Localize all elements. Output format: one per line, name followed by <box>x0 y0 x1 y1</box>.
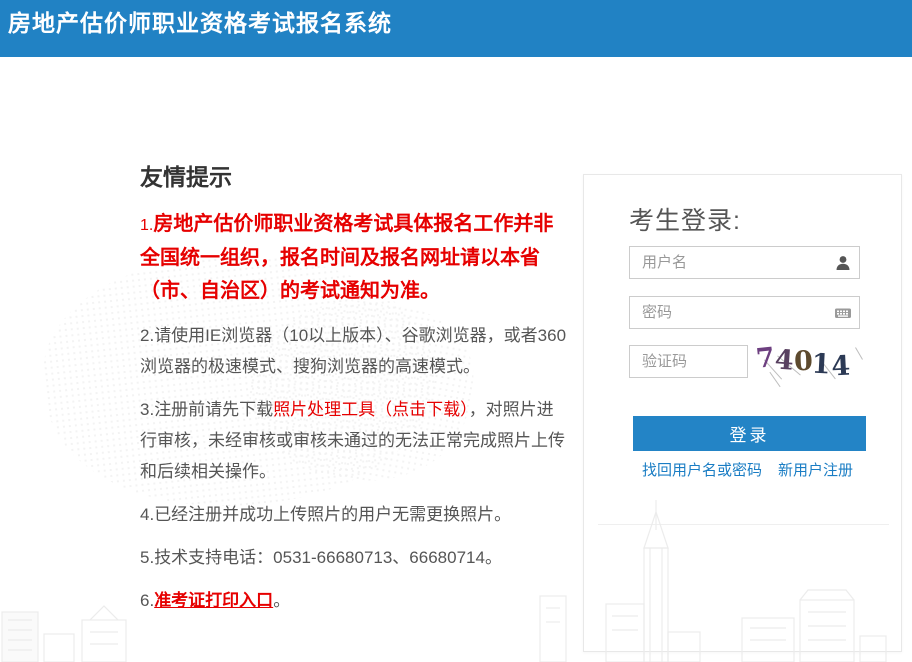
username-field-wrapper <box>629 246 860 279</box>
captcha-digit: 1 <box>811 349 831 381</box>
recover-account-link[interactable]: 找回用户名或密码 <box>642 459 762 480</box>
captcha-digit: 7 <box>754 342 776 375</box>
password-field-wrapper <box>629 296 860 329</box>
keyboard-icon <box>834 304 852 322</box>
tip-item-4: 4.已经注册并成功上传照片的用户无需更换照片。 <box>140 499 570 530</box>
captcha-image[interactable]: 7 4 0 1 4 <box>756 335 866 391</box>
tip-text: 技术支持电话：0531-66680713、66680714。 <box>154 548 502 567</box>
photo-tool-download-link[interactable]: 照片处理工具（点击下载） <box>273 400 469 419</box>
tip-number: 1. <box>140 217 153 234</box>
app-header: 房地产估价师职业资格考试报名系统 <box>0 0 912 57</box>
username-input[interactable] <box>629 246 860 279</box>
tip-item-2: 2.请使用IE浏览器（10以上版本）、谷歌浏览器，或者360浏览器的极速模式、搜… <box>140 320 570 382</box>
page: 房地产估价师职业资格考试报名系统 友情提示 1.房地产估价师职业资格考试具体报名… <box>0 0 912 662</box>
tip-item-5: 5.技术支持电话：0531-66680713、66680714。 <box>140 542 570 573</box>
admission-ticket-print-link[interactable]: 准考证打印入口 <box>154 591 273 610</box>
captcha-field-wrapper <box>629 345 748 378</box>
tip-text: 。 <box>273 591 290 610</box>
tip-number: 3. <box>140 400 154 419</box>
tip-number: 5. <box>140 548 154 567</box>
friendly-tips-section: 友情提示 1.房地产估价师职业资格考试具体报名工作并非全国统一组织，报名时间及报… <box>140 158 570 628</box>
captcha-digit: 0 <box>793 346 813 378</box>
tip-number: 2. <box>140 326 154 345</box>
login-button[interactable]: 登录 <box>633 416 866 451</box>
page-title: 房地产估价师职业资格考试报名系统 <box>0 0 912 38</box>
tip-item-1: 1.房地产估价师职业资格考试具体报名工作并非全国统一组织，报名时间及报名网址请以… <box>140 208 570 308</box>
tip-number: 4. <box>140 505 154 524</box>
panel-divider <box>598 524 889 525</box>
tip-number: 6. <box>140 591 154 610</box>
tip-text-important: 房地产估价师职业资格考试具体报名工作并非全国统一组织，报名时间及报名网址请以本省… <box>140 213 553 302</box>
tip-item-3: 3.注册前请先下载照片处理工具（点击下载），对照片进行审核，未经审核或审核未通过… <box>140 394 570 487</box>
captcha-digit: 4 <box>774 344 795 376</box>
tip-text: 已经注册并成功上传照片的用户无需更换照片。 <box>154 505 511 524</box>
captcha-input[interactable] <box>629 345 748 378</box>
captcha-noise-line <box>855 347 863 360</box>
tip-text: 注册前请先下载 <box>154 400 273 419</box>
tip-text: 请使用IE浏览器（10以上版本）、谷歌浏览器，或者360浏览器的极速模式、搜狗浏… <box>140 326 566 376</box>
tips-heading: 友情提示 <box>140 158 570 192</box>
login-title: 考生登录: <box>629 201 741 237</box>
user-icon <box>834 254 852 272</box>
register-link[interactable]: 新用户注册 <box>778 459 853 480</box>
captcha-digits: 7 4 0 1 4 <box>756 343 850 374</box>
tip-item-6: 6.准考证打印入口。 <box>140 585 570 616</box>
password-input[interactable] <box>629 296 860 329</box>
login-panel: 考生登录: <box>583 174 902 652</box>
captcha-digit: 4 <box>831 351 851 383</box>
